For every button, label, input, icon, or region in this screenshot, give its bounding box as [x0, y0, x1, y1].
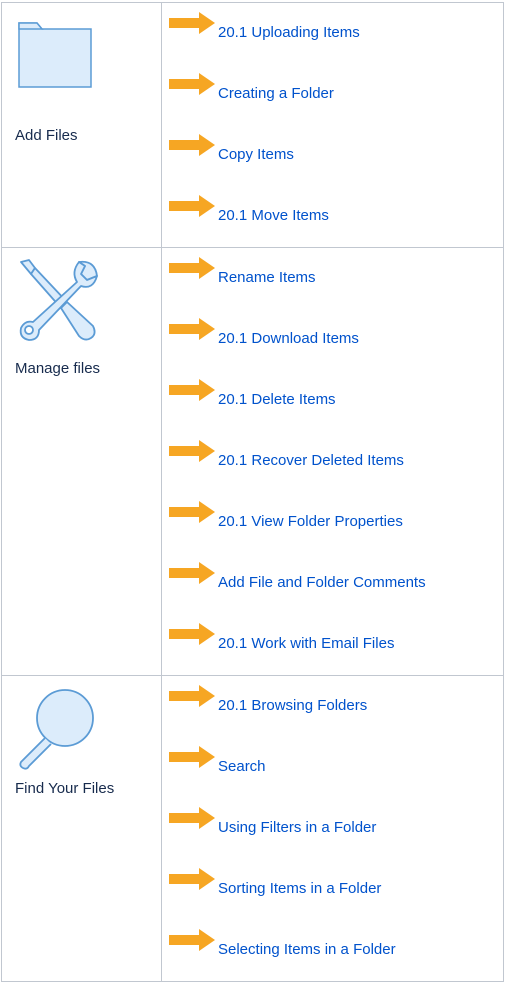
- section-cell-add-files: Add Files: [1, 2, 162, 248]
- link-item[interactable]: Add File and Folder Comments: [162, 553, 503, 614]
- section-cell-manage-files: Manage files: [1, 247, 162, 676]
- arrow-right-icon: [169, 12, 215, 34]
- links-cell-manage-files: Rename Items 20.1 Download Items 20.1 De…: [161, 247, 504, 676]
- section-row-manage-files: Manage files Rename Items 20.1 Download …: [1, 247, 504, 676]
- link-list-manage-files: Rename Items 20.1 Download Items 20.1 De…: [162, 248, 503, 675]
- link-recover-deleted-items[interactable]: 20.1 Recover Deleted Items: [218, 452, 404, 469]
- arrow-right-icon: [169, 134, 215, 156]
- file-tasks-table: Add Files 20.1 Uploading Items Creating …: [1, 2, 504, 982]
- arrow-right-icon: [169, 73, 215, 95]
- link-move-items[interactable]: 20.1 Move Items: [218, 207, 329, 224]
- arrow-right-icon: [169, 746, 215, 768]
- link-list-find-files: 20.1 Browsing Folders Search Using Filte…: [162, 676, 503, 981]
- arrow-right-icon: [169, 440, 215, 462]
- link-item[interactable]: Copy Items: [162, 125, 503, 186]
- section-label-find-files: Find Your Files: [15, 780, 115, 797]
- folder-icon: [18, 22, 92, 88]
- link-item[interactable]: 20.1 Recover Deleted Items: [162, 431, 503, 492]
- arrow-right-icon: [169, 195, 215, 217]
- link-item[interactable]: 20.1 Delete Items: [162, 370, 503, 431]
- link-sorting-items[interactable]: Sorting Items in a Folder: [218, 880, 381, 897]
- link-copy-items[interactable]: Copy Items: [218, 146, 294, 163]
- link-browsing-folders[interactable]: 20.1 Browsing Folders: [218, 697, 367, 714]
- link-item[interactable]: Using Filters in a Folder: [162, 798, 503, 859]
- section-label-manage-files: Manage files: [15, 360, 101, 377]
- link-search[interactable]: Search: [218, 758, 266, 775]
- link-item[interactable]: 20.1 Browsing Folders: [162, 676, 503, 737]
- link-add-comments[interactable]: Add File and Folder Comments: [218, 574, 426, 591]
- link-item[interactable]: 20.1 View Folder Properties: [162, 492, 503, 553]
- link-delete-items[interactable]: 20.1 Delete Items: [218, 391, 336, 408]
- section-label-add-files: Add Files: [15, 127, 78, 144]
- link-item[interactable]: 20.1 Uploading Items: [162, 3, 503, 64]
- magnifier-icon: [19, 689, 94, 770]
- section-row-add-files: Add Files 20.1 Uploading Items Creating …: [1, 2, 504, 248]
- link-item[interactable]: Rename Items: [162, 248, 503, 309]
- arrow-right-icon: [169, 379, 215, 401]
- arrow-right-icon: [169, 807, 215, 829]
- links-cell-add-files: 20.1 Uploading Items Creating a Folder C…: [161, 2, 504, 248]
- link-download-items[interactable]: 20.1 Download Items: [218, 330, 359, 347]
- link-creating-folder[interactable]: Creating a Folder: [218, 85, 334, 102]
- link-item[interactable]: 20.1 Move Items: [162, 186, 503, 247]
- link-rename-items[interactable]: Rename Items: [218, 269, 316, 286]
- arrow-right-icon: [169, 257, 215, 279]
- section-row-find-files: Find Your Files 20.1 Browsing Folders Se…: [1, 675, 504, 982]
- link-email-files[interactable]: 20.1 Work with Email Files: [218, 635, 394, 652]
- link-item[interactable]: Creating a Folder: [162, 64, 503, 125]
- link-view-folder-properties[interactable]: 20.1 View Folder Properties: [218, 513, 403, 530]
- section-cell-find-files: Find Your Files: [1, 675, 162, 982]
- link-item[interactable]: Sorting Items in a Folder: [162, 859, 503, 920]
- link-item[interactable]: Search: [162, 737, 503, 798]
- link-using-filters[interactable]: Using Filters in a Folder: [218, 819, 376, 836]
- arrow-right-icon: [169, 623, 215, 645]
- arrow-right-icon: [169, 929, 215, 951]
- link-item[interactable]: 20.1 Work with Email Files: [162, 614, 503, 675]
- arrow-right-icon: [169, 501, 215, 523]
- tools-icon: [19, 259, 98, 341]
- arrow-right-icon: [169, 868, 215, 890]
- link-list-add-files: 20.1 Uploading Items Creating a Folder C…: [162, 3, 503, 247]
- arrow-right-icon: [169, 562, 215, 584]
- arrow-right-icon: [169, 685, 215, 707]
- link-item[interactable]: 20.1 Download Items: [162, 309, 503, 370]
- arrow-right-icon: [169, 318, 215, 340]
- link-selecting-items[interactable]: Selecting Items in a Folder: [218, 941, 396, 958]
- link-item[interactable]: Selecting Items in a Folder: [162, 920, 503, 981]
- links-cell-find-files: 20.1 Browsing Folders Search Using Filte…: [161, 675, 504, 982]
- link-uploading-items[interactable]: 20.1 Uploading Items: [218, 24, 360, 41]
